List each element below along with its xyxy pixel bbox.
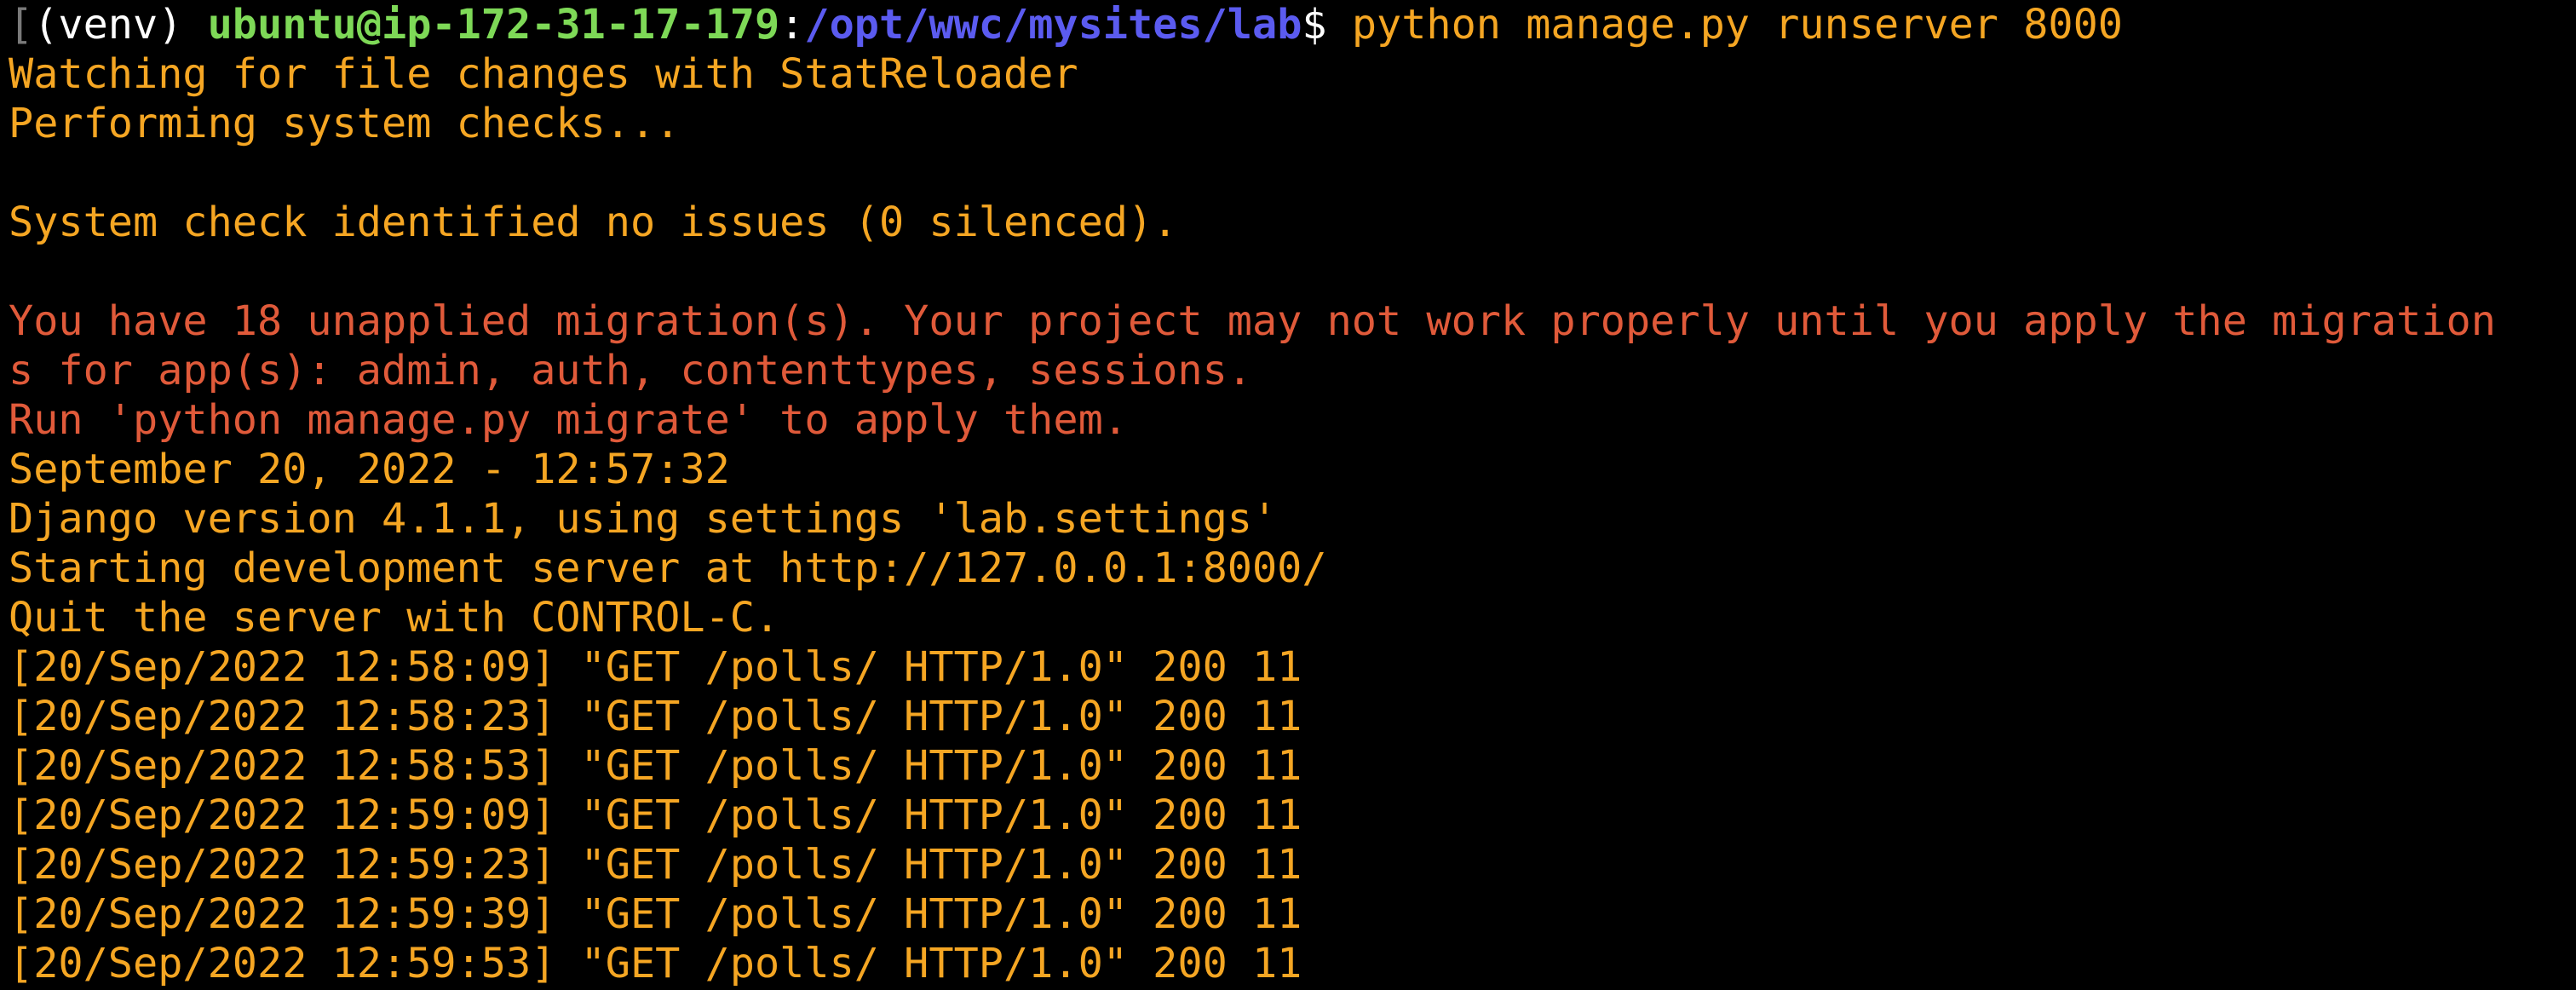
output-performing-checks: Performing system checks... [9,100,681,147]
output-timestamp: September 20, 2022 - 12:57:32 [9,446,730,493]
log-line: [20/Sep/2022 12:59:53] "GET /polls/ HTTP… [9,940,1302,987]
log-line: [20/Sep/2022 12:58:23] "GET /polls/ HTTP… [9,693,1302,740]
output-watching: Watching for file changes with StatReloa… [9,50,1078,98]
prompt-symbol: $ [1302,1,1352,49]
log-line: [20/Sep/2022 12:59:23] "GET /polls/ HTTP… [9,841,1302,889]
output-starting-server: Starting development server at http://12… [9,544,1327,592]
prompt-user-host: ubuntu@ip-172-31-17-179 [207,1,780,49]
prompt-line: [(venv) ubuntu@ip-172-31-17-179:/opt/wwc… [9,0,2576,49]
terminal-window[interactable]: [(venv) ubuntu@ip-172-31-17-179:/opt/wwc… [0,0,2576,990]
warning-migrations-line-1: You have 18 unapplied migration(s). Your… [9,297,2496,345]
output-quit-hint: Quit the server with CONTROL-C. [9,594,780,642]
prompt-bracket-mark: [ [9,1,34,49]
warning-migrations-line-2: s for app(s): admin, auth, contenttypes,… [9,347,1252,394]
log-line: [20/Sep/2022 12:59:39] "GET /polls/ HTTP… [9,890,1302,938]
log-line: [20/Sep/2022 12:59:09] "GET /polls/ HTTP… [9,791,1302,839]
output-system-check: System check identified no issues (0 sil… [9,199,1178,246]
prompt-venv: (venv) [33,1,208,49]
command-text: python manage.py runserver 8000 [1351,1,2123,49]
prompt-path: /opt/wwc/mysites/lab [804,1,1302,49]
log-line: [20/Sep/2022 12:58:53] "GET /polls/ HTTP… [9,742,1302,790]
log-line: [20/Sep/2022 12:58:09] "GET /polls/ HTTP… [9,643,1302,691]
output-django-version: Django version 4.1.1, using settings 'la… [9,495,1278,543]
warning-migrate-hint: Run 'python manage.py migrate' to apply … [9,396,1128,444]
prompt-colon: : [779,1,805,49]
